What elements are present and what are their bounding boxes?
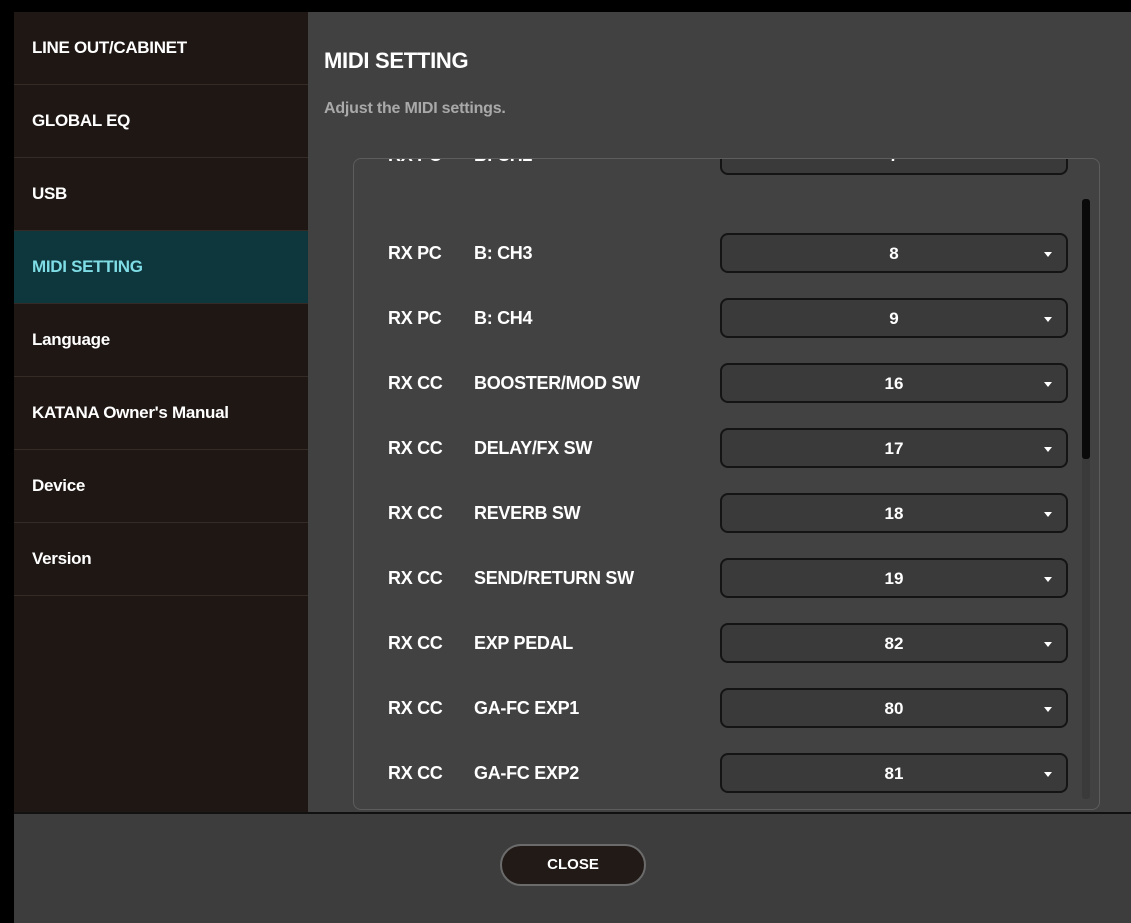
- setting-row-rx-cc-reverb-sw: RX CC REVERB SW 18: [354, 493, 1084, 537]
- value-dropdown[interactable]: 18: [720, 493, 1068, 533]
- row-type-label: RX CC: [388, 633, 443, 653]
- scrollbar[interactable]: [1082, 199, 1090, 799]
- scrollbar-thumb[interactable]: [1082, 199, 1090, 459]
- dropdown-value: 80: [884, 699, 904, 718]
- sidebar-item-label: GLOBAL EQ: [32, 111, 131, 130]
- dropdown-value: 17: [884, 439, 904, 458]
- row-param-label: B: CH3: [474, 243, 533, 263]
- row-param-label: REVERB SW: [474, 503, 581, 523]
- sidebar-item-label: KATANA Owner's Manual: [32, 403, 229, 422]
- row-type-label: RX PC: [388, 243, 442, 263]
- dropdown-value: 7: [722, 159, 1066, 166]
- row-param-label: B: CH2: [474, 159, 533, 166]
- value-dropdown[interactable]: 17: [720, 428, 1068, 468]
- setting-row-rx-cc-exp-pedal: RX CC EXP PEDAL 82: [354, 623, 1084, 667]
- dropdown-value: 18: [884, 504, 904, 523]
- row-param-label: GA-FC EXP1: [474, 698, 580, 718]
- chevron-down-icon: [1044, 642, 1052, 647]
- row-param-label: BOOSTER/MOD SW: [474, 373, 640, 393]
- sidebar-item-version[interactable]: Version: [14, 523, 308, 596]
- dropdown-value: 82: [884, 634, 904, 653]
- settings-list: RX PC B: CH2 7 RX PC B: CH3 8: [354, 159, 1084, 809]
- setting-row-rx-cc-ga-fc-exp1: RX CC GA-FC EXP1 80: [354, 688, 1084, 732]
- setting-row-rx-pc-b-ch2: RX PC B: CH2 7: [354, 158, 1084, 179]
- sidebar-item-label: USB: [32, 184, 67, 203]
- row-type-label: RX PC: [388, 308, 442, 328]
- setting-row-rx-cc-booster-mod-sw: RX CC BOOSTER/MOD SW 16: [354, 363, 1084, 407]
- sidebar-item-global-eq[interactable]: GLOBAL EQ: [14, 85, 308, 158]
- sidebar-item-owners-manual[interactable]: KATANA Owner's Manual: [14, 377, 308, 450]
- page-title: MIDI SETTING: [324, 48, 469, 73]
- value-dropdown[interactable]: 81: [720, 753, 1068, 793]
- midi-settings-window: LINE OUT/CABINET GLOBAL EQ USB MIDI SETT…: [14, 12, 1131, 923]
- value-dropdown[interactable]: 82: [720, 623, 1068, 663]
- sidebar-item-label: Version: [32, 549, 92, 568]
- chevron-down-icon: [1044, 317, 1052, 322]
- chevron-down-icon: [1044, 382, 1052, 387]
- sidebar-item-label: MIDI SETTING: [32, 257, 143, 276]
- dropdown-value: 16: [884, 374, 904, 393]
- dropdown-value: 81: [884, 764, 904, 783]
- dropdown-value: 9: [889, 309, 899, 328]
- row-type-label: RX CC: [388, 438, 443, 458]
- chevron-down-icon: [1044, 707, 1052, 712]
- row-type-label: RX CC: [388, 763, 443, 783]
- row-type-label: RX PC: [388, 159, 442, 166]
- chevron-down-icon: [1044, 252, 1052, 257]
- footer: CLOSE: [14, 812, 1131, 923]
- chevron-down-icon: [1044, 577, 1052, 582]
- sidebar-item-label: Device: [32, 476, 86, 495]
- chevron-down-icon: [1044, 512, 1052, 517]
- value-dropdown[interactable]: 8: [720, 233, 1068, 273]
- sidebar-item-midi-setting[interactable]: MIDI SETTING: [14, 231, 308, 304]
- dropdown-value: 19: [884, 569, 904, 588]
- sidebar-item-language[interactable]: Language: [14, 304, 308, 377]
- row-param-label: EXP PEDAL: [474, 633, 573, 653]
- close-button[interactable]: CLOSE: [500, 844, 646, 886]
- row-type-label: RX CC: [388, 698, 443, 718]
- setting-row-rx-cc-send-return-sw: RX CC SEND/RETURN SW 19: [354, 558, 1084, 602]
- sidebar-item-device[interactable]: Device: [14, 450, 308, 523]
- sidebar-item-line-out-cabinet[interactable]: LINE OUT/CABINET: [14, 12, 308, 85]
- row-type-label: RX CC: [388, 373, 443, 393]
- chevron-down-icon: [1044, 447, 1052, 452]
- midi-settings-panel[interactable]: RX PC B: CH2 7 RX PC B: CH3 8: [353, 158, 1100, 810]
- main-content: MIDI SETTING Adjust the MIDI settings. R…: [308, 12, 1131, 812]
- value-dropdown[interactable]: 16: [720, 363, 1068, 403]
- dropdown-value: 8: [889, 244, 899, 263]
- sidebar-item-usb[interactable]: USB: [14, 158, 308, 231]
- setting-row-rx-pc-b-ch4: RX PC B: CH4 9: [354, 298, 1084, 342]
- page-subtitle: Adjust the MIDI settings.: [324, 100, 506, 117]
- row-param-label: DELAY/FX SW: [474, 438, 593, 458]
- row-param-label: SEND/RETURN SW: [474, 568, 634, 588]
- value-dropdown[interactable]: 7: [720, 158, 1068, 175]
- row-type-label: RX CC: [388, 503, 443, 523]
- chevron-down-icon: [1044, 772, 1052, 777]
- setting-row-rx-cc-delay-fx-sw: RX CC DELAY/FX SW 17: [354, 428, 1084, 472]
- sidebar-item-label: Language: [32, 330, 110, 349]
- row-type-label: RX CC: [388, 568, 443, 588]
- sidebar-item-label: LINE OUT/CABINET: [32, 38, 187, 57]
- row-param-label: GA-FC EXP2: [474, 763, 580, 783]
- chevron-down-icon: [1044, 158, 1052, 159]
- value-dropdown[interactable]: 19: [720, 558, 1068, 598]
- setting-row-rx-cc-ga-fc-exp2: RX CC GA-FC EXP2 81: [354, 753, 1084, 797]
- sidebar: LINE OUT/CABINET GLOBAL EQ USB MIDI SETT…: [14, 12, 308, 812]
- value-dropdown[interactable]: 80: [720, 688, 1068, 728]
- value-dropdown[interactable]: 9: [720, 298, 1068, 338]
- setting-row-rx-pc-b-ch3: RX PC B: CH3 8: [354, 233, 1084, 277]
- row-param-label: B: CH4: [474, 308, 533, 328]
